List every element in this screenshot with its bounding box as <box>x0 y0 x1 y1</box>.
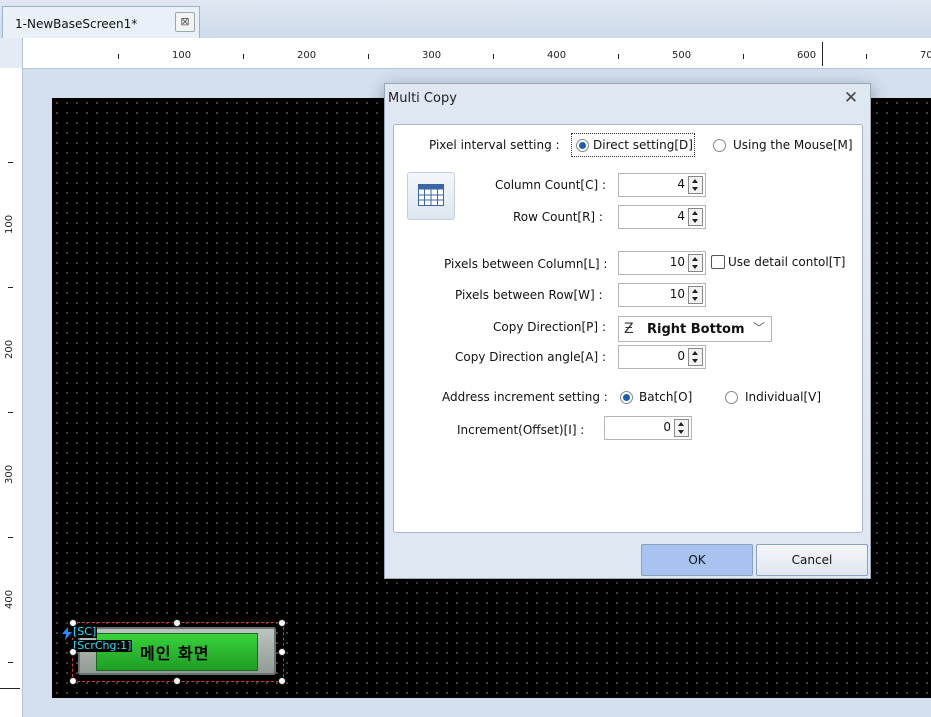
spin-arrows-icon[interactable] <box>688 348 703 366</box>
spin-arrows-icon[interactable] <box>688 176 703 194</box>
close-icon[interactable]: ✕ <box>842 89 860 107</box>
ruler-cursor-marker <box>822 42 823 66</box>
address-increment-label: Address increment setting : <box>442 390 608 404</box>
ruler-tick <box>368 54 369 59</box>
vertical-ruler: 100 200 300 400 <box>0 68 23 717</box>
pixels-between-column-stepper[interactable]: 10 <box>618 251 706 275</box>
ruler-tick <box>8 537 13 538</box>
ruler-tick <box>8 662 13 663</box>
pixels-between-row-label: Pixels between Row[W] : <box>455 288 603 302</box>
ruler-label: 400 <box>4 589 15 609</box>
resize-handle-nw[interactable] <box>69 619 77 627</box>
row-count-label: Row Count[R] : <box>513 210 603 224</box>
tab-label: 1-NewBaseScreen1* <box>15 17 138 31</box>
column-count-value: 4 <box>677 177 685 191</box>
batch-label[interactable]: Batch[O] <box>639 390 692 404</box>
ruler-label: 300 <box>4 464 15 484</box>
lightning-icon <box>62 627 72 640</box>
spin-arrows-icon[interactable] <box>688 208 703 226</box>
using-mouse-radio[interactable] <box>713 139 726 152</box>
ruler-tick <box>8 412 13 413</box>
direction-z-icon: Ƶ <box>624 321 634 337</box>
pixels-between-column-value: 10 <box>669 255 685 269</box>
ruler-corner <box>0 38 23 68</box>
copy-direction-angle-value: 0 <box>677 349 685 363</box>
grid-icon <box>418 184 444 206</box>
multi-copy-dialog: Multi Copy ✕ Pixel interval setting : Di… <box>384 83 871 579</box>
column-count-stepper[interactable]: 4 <box>618 173 706 197</box>
pixels-between-column-label: Pixels between Column[L] : <box>444 257 608 271</box>
pixels-between-row-stepper[interactable]: 10 <box>618 283 706 307</box>
ok-button[interactable]: OK <box>641 544 753 576</box>
direct-setting-radio[interactable] <box>576 139 589 152</box>
increment-offset-stepper[interactable]: 0 <box>604 416 692 440</box>
object-tag-scrchg: [ScrChg:1] <box>72 639 133 652</box>
resize-handle-n[interactable] <box>173 619 181 627</box>
ruler-tick <box>243 54 244 59</box>
resize-handle-e[interactable] <box>278 648 286 656</box>
ruler-label: 100 <box>172 50 192 61</box>
object-tag-sc: [SC] <box>72 625 98 638</box>
copy-direction-select[interactable]: Ƶ Right Bottom ﹀ <box>618 316 772 342</box>
copy-direction-value: Right Bottom <box>647 322 745 337</box>
spin-arrows-icon[interactable] <box>674 419 689 437</box>
ruler-tick <box>118 54 119 59</box>
batch-radio[interactable] <box>620 391 633 404</box>
tab-close-icon[interactable]: ⊠ <box>175 12 195 32</box>
using-mouse-label[interactable]: Using the Mouse[M] <box>733 138 853 152</box>
copy-direction-angle-stepper[interactable]: 0 <box>618 345 706 369</box>
spin-arrows-icon[interactable] <box>688 254 703 272</box>
row-count-stepper[interactable]: 4 <box>618 205 706 229</box>
ruler-tick <box>493 54 494 59</box>
column-count-label: Column Count[C] : <box>495 178 607 192</box>
ruler-tick <box>866 54 867 59</box>
direct-setting-label[interactable]: Direct setting[D] <box>593 138 693 152</box>
row-count-value: 4 <box>677 209 685 223</box>
resize-handle-se[interactable] <box>278 677 286 685</box>
ruler-tick <box>8 287 13 288</box>
chevron-down-icon: ﹀ <box>753 321 766 335</box>
grid-preview-button[interactable] <box>407 172 455 220</box>
resize-handle-sw[interactable] <box>69 677 77 685</box>
ruler-label: 300 <box>422 50 442 61</box>
ruler-label: 200 <box>297 50 317 61</box>
ruler-tick <box>8 162 13 163</box>
copy-direction-label: Copy Direction[P] : <box>493 320 606 334</box>
ruler-label: 500 <box>672 50 692 61</box>
resize-handle-s[interactable] <box>173 677 181 685</box>
use-detail-control-checkbox[interactable] <box>711 255 725 269</box>
copy-direction-angle-label: Copy Direction angle[A] : <box>455 350 607 364</box>
ruler-cursor-marker <box>0 688 20 689</box>
use-detail-control-label[interactable]: Use detail contol[T] <box>728 255 845 269</box>
resize-handle-ne[interactable] <box>278 619 286 627</box>
increment-offset-value: 0 <box>663 420 671 434</box>
ruler-label: 600 <box>797 50 817 61</box>
pixels-between-row-value: 10 <box>669 287 685 301</box>
dialog-title: Multi Copy <box>388 91 457 106</box>
individual-label[interactable]: Individual[V] <box>745 390 821 404</box>
ruler-tick <box>618 54 619 59</box>
horizontal-ruler: 100 200 300 400 500 600 70 <box>0 38 931 69</box>
selection-outline <box>72 622 284 682</box>
cancel-button[interactable]: Cancel <box>756 544 868 576</box>
ruler-label: 200 <box>4 339 15 359</box>
ruler-label: 400 <box>547 50 567 61</box>
ruler-label: 70 <box>920 50 931 61</box>
tab-newbasescreen1[interactable]: 1-NewBaseScreen1* ⊠ <box>2 6 200 39</box>
increment-offset-label: Increment(Offset)[I] : <box>457 423 585 437</box>
ruler-label: 100 <box>4 214 15 234</box>
resize-handle-w[interactable] <box>69 648 77 656</box>
pixel-interval-label: Pixel interval setting : <box>429 138 560 152</box>
spin-arrows-icon[interactable] <box>688 286 703 304</box>
individual-radio[interactable] <box>725 391 738 404</box>
ruler-tick <box>743 54 744 59</box>
